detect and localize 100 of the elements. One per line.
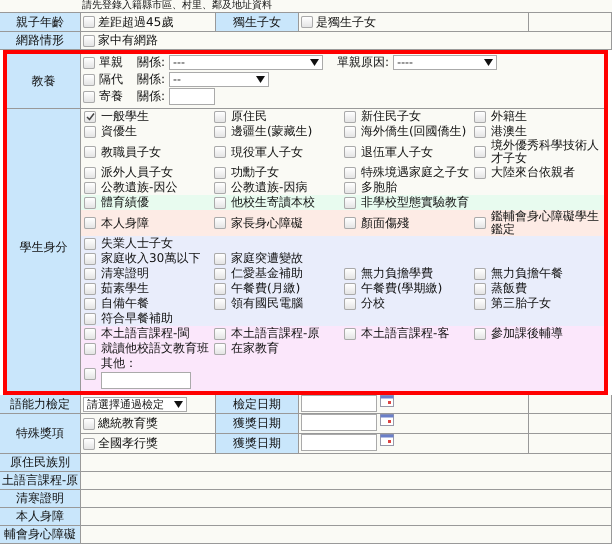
checkbox[interactable] — [84, 196, 96, 208]
row-label: 語能力檢定 — [0, 395, 81, 413]
checkbox[interactable] — [344, 298, 356, 310]
checkbox[interactable] — [344, 182, 356, 194]
checkbox[interactable] — [344, 196, 356, 208]
checkbox[interactable] — [474, 166, 486, 178]
relation-input[interactable] — [169, 88, 216, 105]
checkbox[interactable] — [84, 368, 96, 380]
field-label: 關係: — [137, 88, 166, 105]
checkbox[interactable] — [214, 268, 226, 280]
checkbox[interactable] — [84, 182, 96, 194]
option-label: 體育績優 — [101, 196, 150, 209]
checkbox[interactable] — [344, 166, 356, 178]
checkbox[interactable] — [474, 217, 486, 229]
checkbox[interactable] — [214, 126, 226, 138]
checkbox[interactable] — [83, 74, 95, 86]
checkbox[interactable] — [84, 166, 96, 178]
option-label: 領有國民電腦 — [231, 297, 304, 310]
option-label: 本土語言課程-閩 — [101, 327, 190, 340]
option-label: 境外優秀科學技術人才子女 — [491, 139, 600, 165]
date-input[interactable] — [301, 414, 377, 431]
caret-icon — [310, 59, 320, 66]
checkbox[interactable] — [83, 438, 95, 450]
option-label: 本土語言課程-客 — [361, 327, 450, 340]
checkbox[interactable] — [344, 110, 356, 122]
date-input[interactable] — [301, 395, 377, 412]
option-label: 本土語言課程-原 — [231, 327, 320, 340]
checkbox[interactable] — [83, 418, 95, 430]
checkbox[interactable] — [84, 146, 96, 158]
option-label: 公教遺族-因病 — [231, 181, 308, 194]
checkbox[interactable] — [214, 110, 226, 122]
checkbox[interactable] — [214, 182, 226, 194]
checkbox[interactable] — [474, 146, 486, 158]
checkbox[interactable] — [344, 217, 356, 229]
row-label: 學生身分 — [7, 109, 81, 391]
checkbox[interactable] — [84, 238, 96, 250]
option-label: 差距超過45歲 — [98, 14, 174, 30]
checkbox[interactable] — [214, 196, 226, 208]
row-label: 檢定日期 — [216, 395, 299, 413]
checkbox[interactable] — [84, 110, 96, 122]
check-icon — [86, 112, 94, 121]
option-label: 總統教育獎 — [98, 415, 158, 432]
option-label: 外籍生 — [491, 110, 528, 123]
checkbox[interactable] — [474, 110, 486, 122]
checkbox[interactable] — [83, 16, 95, 28]
option-label: 公教遺族-因公 — [101, 181, 178, 194]
checkbox[interactable] — [474, 328, 486, 340]
option-label: 派外人員子女 — [101, 166, 174, 179]
other-input[interactable] — [101, 372, 191, 389]
option-label: 本人身障 — [101, 216, 150, 230]
checkbox[interactable] — [214, 252, 226, 264]
checkbox[interactable] — [84, 126, 96, 138]
checkbox[interactable] — [214, 342, 226, 354]
checkbox[interactable] — [301, 16, 313, 28]
checkbox[interactable] — [474, 282, 486, 294]
option-label: 特殊境遇家庭之子女 — [361, 166, 470, 179]
checkbox[interactable] — [214, 298, 226, 310]
option-label: 在家教育 — [231, 342, 280, 355]
checkbox[interactable] — [83, 90, 95, 102]
checkbox[interactable] — [84, 252, 96, 264]
checkbox[interactable] — [214, 328, 226, 340]
checkbox[interactable] — [84, 217, 96, 229]
checkbox[interactable] — [214, 166, 226, 178]
date-input[interactable] — [301, 434, 377, 451]
calendar-icon[interactable] — [380, 414, 394, 426]
row-label: 獲獎日期 — [216, 434, 299, 453]
option-label: 退伍軍人子女 — [361, 146, 434, 158]
option-label: 清寒證明 — [101, 267, 150, 280]
checkbox[interactable] — [84, 298, 96, 310]
checkbox[interactable] — [83, 34, 95, 46]
checkbox[interactable] — [474, 126, 486, 138]
checkbox[interactable] — [344, 146, 356, 158]
option-label: 家長身心障礙 — [231, 216, 304, 230]
checkbox[interactable] — [84, 282, 96, 294]
checkbox[interactable] — [344, 328, 356, 340]
row-label: 特殊獎項 — [0, 414, 81, 453]
checkbox[interactable] — [474, 298, 486, 310]
checkbox[interactable] — [344, 126, 356, 138]
option-label: 參加課後輔導 — [491, 327, 564, 340]
checkbox[interactable] — [214, 146, 226, 158]
calendar-icon[interactable] — [380, 395, 394, 407]
checkbox[interactable] — [84, 342, 96, 354]
checkbox[interactable] — [84, 312, 96, 324]
calendar-icon[interactable] — [380, 434, 394, 446]
reason-select[interactable]: ---- — [393, 55, 498, 70]
checkbox[interactable] — [344, 282, 356, 294]
checkbox[interactable] — [474, 268, 486, 280]
option-label: 隔代 — [99, 71, 124, 88]
checkbox[interactable] — [84, 328, 96, 340]
caret-icon — [484, 59, 494, 66]
checkbox[interactable] — [344, 268, 356, 280]
checkbox[interactable] — [84, 268, 96, 280]
checkbox[interactable] — [214, 282, 226, 294]
certification-select[interactable]: 請選擇通過檢定 — [83, 396, 187, 412]
relation-select[interactable]: -- — [169, 72, 270, 87]
option-label: 邊疆生(蒙藏生) — [231, 125, 314, 138]
relation-select[interactable]: --- — [169, 55, 324, 70]
checkbox[interactable] — [83, 56, 95, 68]
checkbox[interactable] — [214, 217, 226, 229]
option-label: 其他： — [101, 357, 138, 370]
